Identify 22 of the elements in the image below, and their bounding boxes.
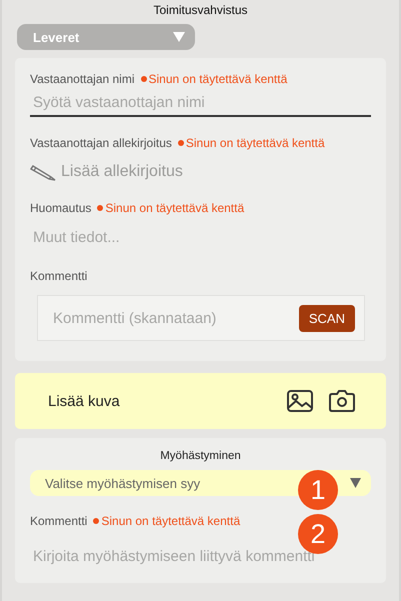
dropdown-arrow-icon [350, 478, 361, 488]
pencil-icon [30, 162, 58, 182]
required-note: Sinun on täytettävä kenttä [93, 514, 240, 528]
field-label: Vastaanottajan allekirjoitus [30, 136, 172, 150]
camera-icon[interactable] [328, 389, 356, 413]
field-label: Vastaanottajan nimi [30, 72, 135, 86]
image-icon[interactable] [286, 389, 314, 413]
number-badge: 1 [298, 470, 338, 510]
field-label: Huomautus [30, 201, 92, 215]
input-field[interactable]: Syötä vastaanottajan nimi [30, 90, 371, 117]
field-label: Kommentti [30, 514, 88, 528]
input-field[interactable]: Muut tiedot... [30, 225, 371, 250]
section-title: Myöhästyminen [159, 450, 242, 462]
page-title: Toimitusvahvistus [152, 2, 249, 19]
dropdown-arrow-icon [173, 32, 185, 42]
required-note: Sinun on täytettävä kenttä [140, 72, 288, 86]
required-note: Sinun on täytettävä kenttä [97, 201, 244, 215]
scan-button[interactable]: SCAN [298, 304, 355, 332]
required-note: Sinun on täytettävä kenttä [178, 136, 325, 150]
field-label: Kommentti [30, 269, 88, 283]
scan-input-field[interactable]: Kommentti (skannataan) SCAN [37, 295, 365, 341]
add-photo-label: Lisää kuva [48, 392, 121, 410]
